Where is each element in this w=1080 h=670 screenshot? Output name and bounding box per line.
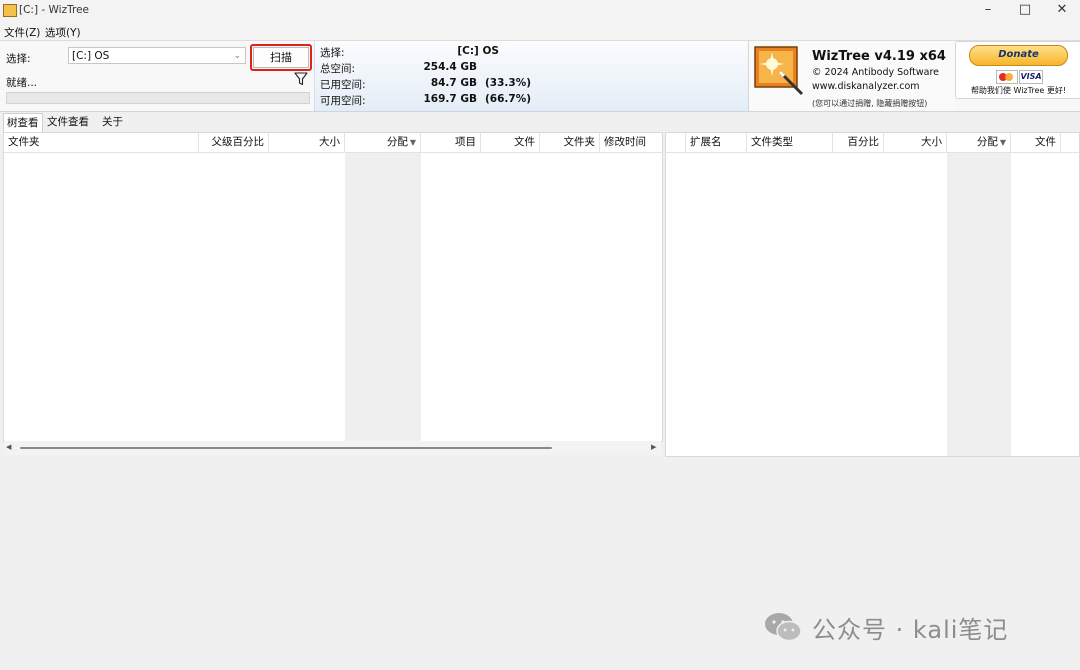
disk-select-label: 选择:: [320, 47, 345, 59]
copyright-text: © 2024 Antibody Software: [812, 67, 939, 78]
status-text: 就绪...: [6, 77, 38, 89]
website-link[interactable]: www.diskanalyzer.com: [812, 81, 920, 92]
mastercard-icon: [996, 70, 1018, 84]
donate-button[interactable]: Donate: [969, 45, 1068, 66]
drive-select-value: [C:] OS: [72, 50, 110, 62]
col-percent[interactable]: 百分比: [833, 133, 884, 152]
col-allocated-label: 分配: [976, 136, 998, 148]
col-size[interactable]: 大小: [269, 133, 345, 152]
free-space-percent: (66.7%): [485, 93, 532, 105]
col-modified[interactable]: 修改时间: [600, 133, 662, 152]
watermark-text: 公众号 · kali笔记: [812, 616, 1009, 644]
free-space-value: 169.7 GB: [423, 93, 478, 105]
maximize-icon[interactable]: □: [1008, 0, 1042, 22]
disk-info-panel: 选择: [C:] OS 总空间: 254.4 GB 已用空间: 84.7 GB …: [314, 41, 749, 111]
disk-select-value: [C:] OS: [457, 45, 499, 57]
col-allocated[interactable]: 分配 ▼: [947, 133, 1011, 152]
col-items[interactable]: 项目: [421, 133, 481, 152]
filter-icon[interactable]: [294, 72, 308, 86]
col-folders[interactable]: 文件夹: [540, 133, 600, 152]
menu-bar: 文件(Z) 选项(Y): [0, 22, 1080, 40]
horizontal-scrollbar[interactable]: ◀ ▶: [4, 441, 661, 455]
tab-bar: 树查看 文件查看 关于: [0, 111, 1080, 132]
chevron-down-icon: ⌄: [233, 51, 241, 61]
scroll-right-icon[interactable]: ▶: [651, 443, 656, 451]
col-allocated-label: 分配: [386, 136, 408, 148]
donate-panel: Donate VISA 帮助我们使 WizTree 更好!: [955, 41, 1080, 99]
menu-file[interactable]: 文件(Z): [4, 25, 40, 40]
col-files[interactable]: 文件: [481, 133, 540, 152]
wiztree-logo-icon: [754, 46, 804, 96]
title-bar: [C:] - WizTree – □ ✕: [0, 0, 1080, 22]
tab-about[interactable]: 关于: [99, 113, 126, 131]
col-folder[interactable]: 文件夹: [4, 133, 199, 152]
total-space-value: 254.4 GB: [423, 61, 478, 73]
wechat-icon: [765, 613, 802, 642]
extension-table-header: 扩展名 文件类型 百分比 大小 分配 ▼ 文件: [666, 133, 1079, 153]
about-panel: WizTree v4.19 x64 © 2024 Antibody Softwa…: [748, 41, 955, 111]
visa-icon: VISA: [1019, 70, 1043, 84]
scan-progress-bar: [6, 92, 310, 104]
col-file-type[interactable]: 文件类型: [747, 133, 833, 152]
tab-file-view[interactable]: 文件查看: [44, 113, 92, 131]
total-space-label: 总空间:: [320, 63, 356, 75]
close-icon[interactable]: ✕: [1045, 0, 1079, 22]
allocated-column-shade: [345, 152, 421, 441]
menu-options[interactable]: 选项(Y): [45, 25, 81, 40]
tree-table-header: 文件夹 父级百分比 大小 分配 ▼ 项目 文件 文件夹 修改时间: [4, 133, 662, 153]
top-panel: 选择: [C:] OS ⌄ 扫描 就绪... 选择: [C:] OS 总空间: …: [0, 40, 1080, 112]
tree-table: 文件夹 父级百分比 大小 分配 ▼ 项目 文件 文件夹 修改时间: [3, 132, 663, 442]
scan-button-highlight: [250, 44, 312, 71]
sort-desc-icon: ▼: [409, 138, 416, 147]
col-parent-percent[interactable]: 父级百分比: [199, 133, 269, 152]
window-title: [C:] - WizTree: [19, 4, 89, 16]
hide-donate-note: (您可以通过捐赠, 隐藏捐赠按钮): [812, 99, 928, 108]
used-space-label: 已用空间:: [320, 79, 366, 91]
free-space-label: 可用空间:: [320, 95, 366, 107]
col-files[interactable]: 文件: [1011, 133, 1061, 152]
scroll-thumb[interactable]: [20, 447, 552, 449]
col-color: [666, 133, 686, 152]
select-label: 选择:: [6, 53, 31, 65]
drive-select[interactable]: [C:] OS ⌄: [68, 47, 246, 64]
extension-table: 扩展名 文件类型 百分比 大小 分配 ▼ 文件: [665, 132, 1080, 457]
scroll-left-icon[interactable]: ◀: [6, 443, 11, 451]
tab-tree-view[interactable]: 树查看: [3, 113, 43, 132]
col-allocated[interactable]: 分配 ▼: [345, 133, 421, 152]
allocated-column-shade: [947, 152, 1011, 456]
col-extension[interactable]: 扩展名: [686, 133, 747, 152]
minimize-icon[interactable]: –: [971, 0, 1005, 22]
used-space-percent: (33.3%): [485, 77, 532, 89]
app-name: WizTree v4.19 x64: [812, 49, 946, 64]
col-size[interactable]: 大小: [884, 133, 947, 152]
used-space-value: 84.7 GB: [430, 77, 477, 89]
donate-note: 帮助我们使 WizTree 更好!: [970, 86, 1067, 95]
sort-desc-icon: ▼: [999, 138, 1006, 147]
wiztree-app-icon: [3, 4, 17, 17]
